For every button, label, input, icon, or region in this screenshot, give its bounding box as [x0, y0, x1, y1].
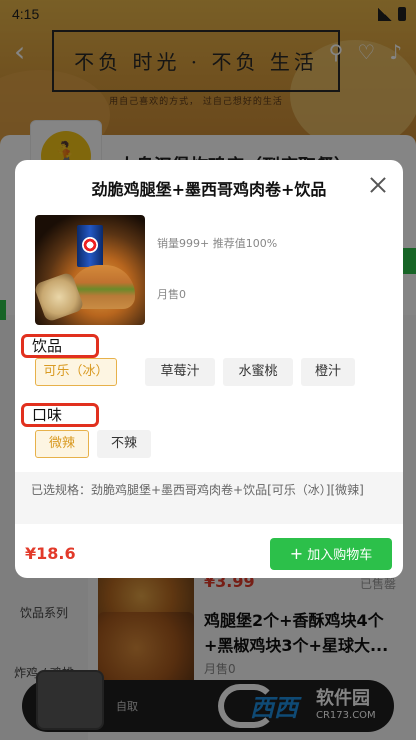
option-not-spicy[interactable]: 不辣: [97, 430, 151, 458]
flavor-group-label: 口味: [21, 403, 99, 427]
dialog-title: 劲脆鸡腿堡+墨西哥鸡肉卷+饮品: [91, 180, 327, 199]
option-mild-spicy[interactable]: 微辣: [35, 430, 89, 458]
spec-selection-dialog: 劲脆鸡腿堡+墨西哥鸡肉卷+饮品 销量999+ 推荐值100% 月售0 饮品 可乐…: [15, 160, 403, 578]
sales-info: 销量999+ 推荐值100%: [157, 237, 278, 250]
total-price: ¥18.6: [25, 544, 76, 563]
monthly-sales: 月售0: [157, 288, 186, 301]
close-icon[interactable]: [367, 174, 389, 196]
drink-cup: [77, 225, 103, 267]
selected-spec-summary: 已选规格：劲脆鸡腿堡+墨西哥鸡肉卷+饮品[可乐（冰）][微辣]: [31, 483, 364, 497]
add-to-cart-button[interactable]: + 加入购物车: [270, 538, 392, 570]
add-to-cart-label: 加入购物车: [307, 548, 373, 563]
option-peach[interactable]: 水蜜桃: [223, 358, 293, 386]
option-strawberry-juice[interactable]: 草莓汁: [145, 358, 215, 386]
plus-icon: +: [289, 544, 304, 563]
product-image: [35, 215, 145, 325]
option-orange-juice[interactable]: 橙汁: [301, 358, 355, 386]
drink-group-label: 饮品: [21, 334, 99, 358]
option-cola-ice[interactable]: 可乐（冰）: [35, 358, 117, 386]
